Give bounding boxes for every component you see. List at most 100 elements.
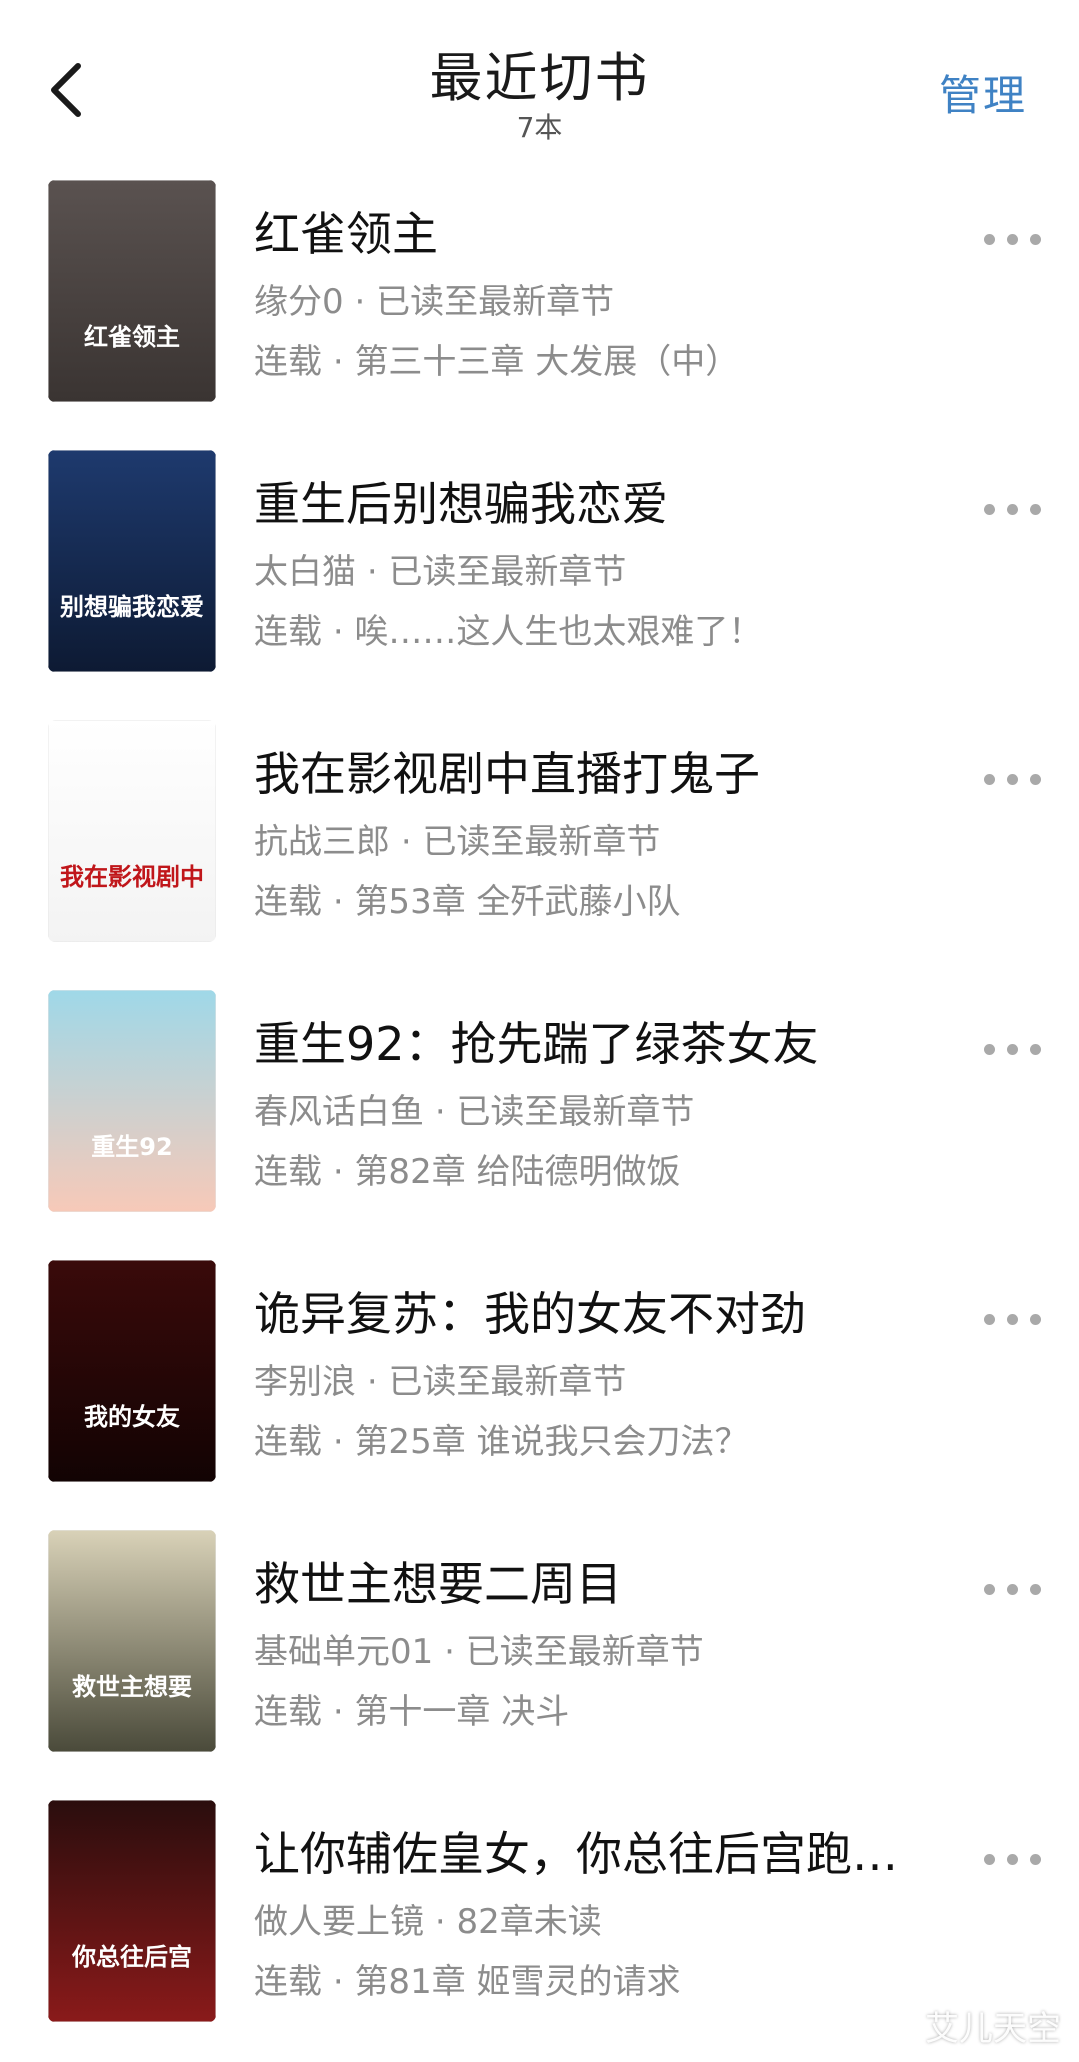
separator: · [444, 1632, 455, 1672]
serial-status: 连载 [254, 612, 322, 652]
book-cover[interactable]: 我的女友 [48, 1260, 216, 1482]
book-list-item[interactable]: 救世主想要 救世主想要二周目 基础单元01 · 已读至最新章节 连载 · 第十一… [0, 1524, 1079, 1756]
latest-chapter: 第十一章 决斗 [354, 1692, 570, 1732]
cover-title-text: 你总往后宫 [71, 1943, 192, 1971]
book-title: 诡异复苏：我的女友不对劲 [254, 1287, 806, 1341]
more-dot-icon [1030, 1044, 1041, 1055]
book-meta: 基础单元01 · 已读至最新章节 [254, 1624, 704, 1673]
more-dot-icon [1007, 504, 1018, 515]
book-meta: 春风话白鱼 · 已读至最新章节 [254, 1084, 694, 1133]
book-title: 重生92：抢先踹了绿茶女友 [254, 1017, 819, 1071]
separator: · [400, 822, 412, 862]
top-bar: 最近切书 7本 管理 [0, 0, 1079, 170]
book-title: 我在影视剧中直播打鬼子 [254, 747, 760, 801]
separator: · [332, 342, 344, 382]
book-meta: 抗战三郎 · 已读至最新章节 [254, 814, 660, 863]
more-dot-icon [1030, 504, 1041, 515]
separator: · [332, 1692, 344, 1732]
serial-status: 连载 [254, 1422, 322, 1462]
more-dot-icon [1030, 234, 1041, 245]
separator: · [366, 552, 378, 592]
more-options-button[interactable] [984, 496, 1042, 524]
more-dot-icon [984, 1854, 995, 1865]
separator: · [332, 612, 344, 652]
book-cover[interactable]: 我在影视剧中 [48, 720, 216, 942]
separator: · [332, 1422, 344, 1462]
book-status-line: 连载 · 第十一章 决斗 [254, 1684, 569, 1733]
serial-status: 连载 [254, 342, 322, 382]
latest-chapter: 唉……这人生也太艰难了！ [354, 612, 763, 652]
book-cover[interactable]: 别想骗我恋爱 [48, 450, 216, 672]
book-list-item[interactable]: 我在影视剧中 我在影视剧中直播打鬼子 抗战三郎 · 已读至最新章节 连载 · 第… [0, 714, 1079, 946]
book-title: 让你辅佐皇女，你总往后宫跑… [254, 1827, 898, 1881]
book-list-item[interactable]: 重生92 重生92：抢先踹了绿茶女友 春风话白鱼 · 已读至最新章节 连载 · … [0, 984, 1079, 1216]
separator: · [434, 1092, 446, 1132]
book-status-line: 连载 · 第三十三章 大发展（中） [254, 334, 739, 383]
cover-title-text: 我在影视剧中 [60, 863, 204, 891]
more-dot-icon [984, 1584, 995, 1595]
book-cover[interactable]: 红雀领主 [48, 180, 216, 402]
latest-chapter: 第53章 全歼武藤小队 [354, 882, 681, 922]
book-title: 救世主想要二周目 [254, 1557, 622, 1611]
latest-chapter: 第三十三章 大发展（中） [354, 342, 740, 382]
read-progress: 已读至最新章节 [456, 1092, 695, 1132]
more-options-button[interactable] [984, 1036, 1042, 1064]
book-meta: 太白猫 · 已读至最新章节 [254, 544, 626, 593]
book-list-item[interactable]: 红雀领主 红雀领主 缘分0 · 已读至最新章节 连载 · 第三十三章 大发展（中… [0, 174, 1079, 406]
book-cover-image: 我在影视剧中 [48, 720, 216, 942]
book-meta: 做人要上镜 · 82章未读 [254, 1894, 602, 1943]
book-status-line: 连载 · 第82章 给陆德明做饭 [254, 1144, 681, 1193]
separator: · [354, 282, 366, 322]
book-cover-image: 你总往后宫 [48, 1800, 216, 2022]
book-status-line: 连载 · 第25章 谁说我只会刀法？ [254, 1414, 749, 1463]
cover-title-text: 红雀领主 [84, 323, 180, 351]
book-cover[interactable]: 重生92 [48, 990, 216, 1212]
book-status-line: 连载 · 第81章 姬雪灵的请求 [254, 1954, 681, 2003]
more-options-button[interactable] [984, 226, 1042, 254]
book-meta: 李别浪 · 已读至最新章节 [254, 1354, 626, 1403]
more-dot-icon [1007, 1044, 1018, 1055]
more-options-button[interactable] [984, 1846, 1042, 1874]
more-dot-icon [984, 234, 995, 245]
more-dot-icon [984, 1044, 995, 1055]
read-progress: 已读至最新章节 [465, 1632, 704, 1672]
book-author: 抗战三郎 [254, 822, 390, 862]
more-dot-icon [984, 774, 995, 785]
book-cover-image: 救世主想要 [48, 1530, 216, 1752]
book-cover[interactable]: 救世主想要 [48, 1530, 216, 1752]
more-dot-icon [1030, 1584, 1041, 1595]
book-list-item[interactable]: 别想骗我恋爱 重生后别想骗我恋爱 太白猫 · 已读至最新章节 连载 · 唉……这… [0, 444, 1079, 676]
book-status-line: 连载 · 唉……这人生也太艰难了！ [254, 604, 762, 653]
more-dot-icon [1007, 1584, 1018, 1595]
read-progress: 已读至最新章节 [388, 552, 627, 592]
book-cover-image: 红雀领主 [48, 180, 216, 402]
book-count: 7本 [516, 111, 563, 144]
separator: · [332, 882, 344, 922]
watermark: 艾儿天空 [925, 2009, 1061, 2049]
read-progress: 已读至最新章节 [388, 1362, 627, 1402]
serial-status: 连载 [254, 1152, 322, 1192]
book-title: 红雀领主 [254, 207, 438, 261]
book-cover[interactable]: 你总往后宫 [48, 1800, 216, 2022]
book-status-line: 连载 · 第53章 全歼武藤小队 [254, 874, 681, 923]
more-options-button[interactable] [984, 766, 1042, 794]
more-options-button[interactable] [984, 1306, 1042, 1334]
cover-title-text: 重生92 [91, 1133, 172, 1161]
separator: · [332, 1152, 344, 1192]
cover-title-text: 救世主想要 [72, 1673, 192, 1701]
book-list-item[interactable]: 我的女友 诡异复苏：我的女友不对劲 李别浪 · 已读至最新章节 连载 · 第25… [0, 1254, 1079, 1486]
book-cover-image: 别想骗我恋爱 [48, 450, 216, 672]
more-dot-icon [1007, 1314, 1018, 1325]
read-progress: 82章未读 [456, 1902, 602, 1942]
read-progress: 已读至最新章节 [422, 822, 661, 862]
latest-chapter: 第81章 姬雪灵的请求 [354, 1962, 681, 2002]
book-list-item[interactable]: 你总往后宫 让你辅佐皇女，你总往后宫跑… 做人要上镜 · 82章未读 连载 · … [0, 1794, 1079, 2026]
more-dot-icon [1030, 774, 1041, 785]
latest-chapter: 第82章 给陆德明做饭 [354, 1152, 681, 1192]
book-author: 李别浪 [254, 1362, 356, 1402]
more-options-button[interactable] [984, 1576, 1042, 1604]
cover-title-text: 我的女友 [84, 1403, 180, 1431]
serial-status: 连载 [254, 882, 322, 922]
manage-button[interactable]: 管理 [939, 62, 1027, 123]
book-author: 做人要上镜 [254, 1902, 424, 1942]
